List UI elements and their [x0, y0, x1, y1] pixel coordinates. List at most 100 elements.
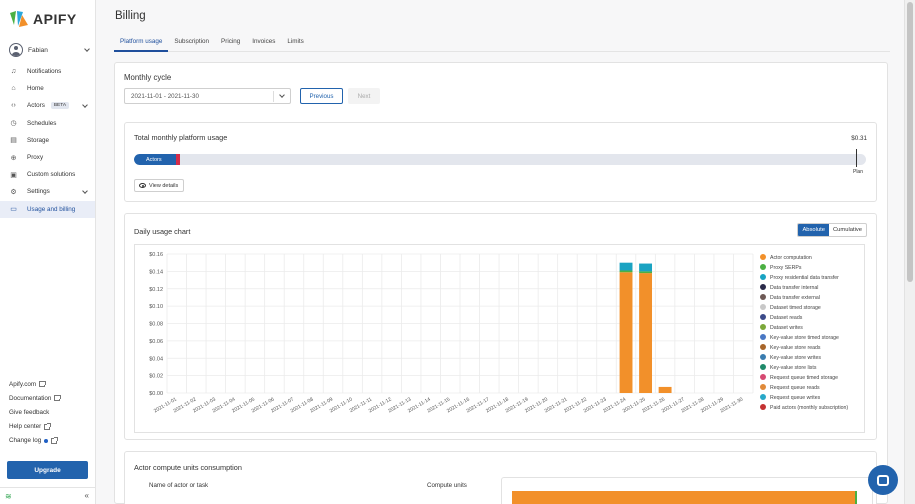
chevron-down-icon: [83, 46, 91, 54]
chevron-down-icon: [278, 92, 286, 100]
compute-units-bar-secondary: [855, 491, 857, 504]
y-tick-label: $0.02: [149, 374, 163, 380]
collapse-sidebar-icon[interactable]: «: [85, 491, 89, 500]
legend-swatch: [760, 314, 766, 320]
daily-usage-chart: $0.16 $0.14 $0.12 $0.10 $0.08 $0.06 $0.04 $0.02…: [134, 244, 865, 433]
chart-bar: [619, 270, 633, 273]
chat-support-button[interactable]: [868, 465, 898, 495]
legend-label: Request queue writes: [770, 395, 821, 401]
link-label: Give feedback: [9, 408, 50, 416]
actors-usage-fill: Actors: [134, 154, 177, 165]
y-tick-label: $0.06: [149, 339, 163, 345]
tab-invoices[interactable]: Invoices: [246, 34, 281, 52]
tab-limits[interactable]: Limits: [281, 34, 309, 52]
external-link-icon: [39, 380, 46, 388]
apify-logo[interactable]: APIFY: [9, 9, 77, 29]
sidebar-item-label: Home: [27, 85, 44, 93]
y-tick-label: $0.12: [149, 287, 163, 293]
sidebar-links: Apify.com Documentation Give feedback He…: [9, 377, 89, 448]
legend-label: Dataset writes: [770, 325, 803, 331]
legend-swatch: [760, 344, 766, 350]
sidebar-item-label: Notifications: [27, 68, 62, 76]
user-menu[interactable]: Fabian: [9, 42, 91, 58]
chat-icon: [877, 474, 889, 486]
legend-swatch: [760, 304, 766, 310]
y-tick-label: $0.10: [149, 304, 163, 310]
y-tick-label: $0.14: [149, 269, 163, 275]
link-label: Change log: [9, 437, 42, 445]
home-icon: ⌂: [11, 85, 16, 93]
cycle-select[interactable]: 2021-11-01 - 2021-11-30: [124, 88, 291, 104]
eye-icon: [139, 183, 146, 188]
chevron-down-icon: [81, 188, 89, 196]
total-usage-card: Total monthly platform usage $0.31 Actor…: [124, 122, 877, 202]
legend-label: Key-value store writes: [770, 355, 821, 361]
compute-units-card: Actor compute units consumption Name of …: [124, 451, 877, 504]
legend-label: Proxy residential data transfer: [770, 275, 839, 281]
paid-usage-fill: [176, 154, 181, 165]
chart-bar: [658, 386, 672, 393]
usage-progress-bar: Actors: [134, 154, 866, 165]
legend-swatch: [760, 364, 766, 370]
billing-tabs: Platform usage Subscription Pricing Invo…: [114, 34, 890, 52]
daily-chart-title: Daily usage chart: [134, 227, 191, 236]
plan-label: Plan: [852, 169, 863, 175]
compute-units-chart: [501, 477, 873, 504]
sidebar-item-proxy[interactable]: ⊕ Proxy: [0, 149, 95, 166]
usage-bar-label: Actors: [146, 156, 162, 163]
sidebar-item-schedules[interactable]: ◷ Schedules: [0, 115, 95, 132]
sidebar-item-label: Actors: [27, 102, 45, 110]
sidebar-item-custom-solutions[interactable]: ▣ Custom solutions: [0, 166, 95, 183]
legend-label: Request queue timed storage: [770, 375, 838, 381]
chart-bar: [639, 271, 653, 274]
absolute-toggle-button[interactable]: Absolute: [798, 224, 829, 236]
legend-swatch: [760, 334, 766, 340]
link-change-log[interactable]: Change log: [9, 434, 89, 448]
briefcase-icon: ▣: [10, 171, 17, 179]
sidebar: APIFY Fabian ♫ Notifications ⌂ Home ‹› A…: [0, 0, 96, 504]
y-tick-label: $0.04: [149, 356, 163, 362]
daily-usage-chart-svg: $0.16 $0.14 $0.12 $0.10 $0.08 $0.06 $0.04 $0.02…: [149, 252, 848, 414]
legend-label: Key-value store lists: [770, 365, 817, 371]
external-link-icon: [54, 394, 61, 402]
legend-label: Key-value store reads: [770, 345, 821, 351]
chevron-down-icon: [81, 102, 89, 110]
page-scrollbar[interactable]: [904, 0, 915, 504]
legend-label: Key-value store timed storage: [770, 335, 839, 341]
legend-swatch: [760, 384, 766, 390]
legend-swatch: [760, 294, 766, 300]
link-apify-com[interactable]: Apify.com: [9, 377, 89, 391]
sidebar-item-settings[interactable]: ⚙ Settings: [0, 183, 95, 200]
beta-badge: BETA: [50, 102, 70, 110]
sidebar-item-storage[interactable]: ▤ Storage: [0, 132, 95, 149]
tab-subscription[interactable]: Subscription: [168, 34, 215, 52]
link-give-feedback[interactable]: Give feedback: [9, 405, 89, 419]
plan-marker: [855, 149, 857, 167]
sidebar-item-usage-and-billing[interactable]: ▭ Usage and billing: [0, 200, 95, 218]
sidebar-item-home[interactable]: ⌂ Home: [0, 80, 95, 97]
main-content: Billing Platform usage Subscription Pric…: [96, 0, 904, 504]
cycle-select-value: 2021-11-01 - 2021-11-30: [131, 92, 199, 100]
tab-pricing[interactable]: Pricing: [215, 34, 246, 52]
view-details-label: View details: [149, 182, 179, 189]
chart-bar: [619, 262, 633, 271]
y-tick-label: $0.08: [149, 322, 163, 328]
upgrade-button[interactable]: Upgrade: [7, 461, 88, 479]
legend-label: Paid actors (monthly subscription): [770, 405, 848, 411]
cumulative-toggle-button[interactable]: Cumulative: [829, 224, 866, 236]
link-help-center[interactable]: Help center: [9, 420, 89, 434]
scrollbar-thumb[interactable]: [907, 2, 913, 282]
link-documentation[interactable]: Documentation: [9, 391, 89, 405]
sidebar-item-label: Proxy: [27, 154, 44, 162]
legend-label: Data transfer internal: [770, 285, 818, 291]
sidebar-item-notifications[interactable]: ♫ Notifications: [0, 63, 95, 80]
connection-status-icon: ≋: [5, 492, 12, 501]
legend-label: Data transfer external: [770, 295, 820, 301]
legend-label: Request queue reads: [770, 385, 820, 391]
next-button[interactable]: Next: [348, 88, 380, 104]
tab-platform-usage[interactable]: Platform usage: [114, 34, 169, 52]
view-details-button[interactable]: View details: [134, 179, 184, 192]
sidebar-item-actors[interactable]: ‹› Actors BETA: [0, 97, 95, 114]
previous-button[interactable]: Previous: [300, 88, 343, 104]
legend-swatch: [760, 324, 766, 330]
